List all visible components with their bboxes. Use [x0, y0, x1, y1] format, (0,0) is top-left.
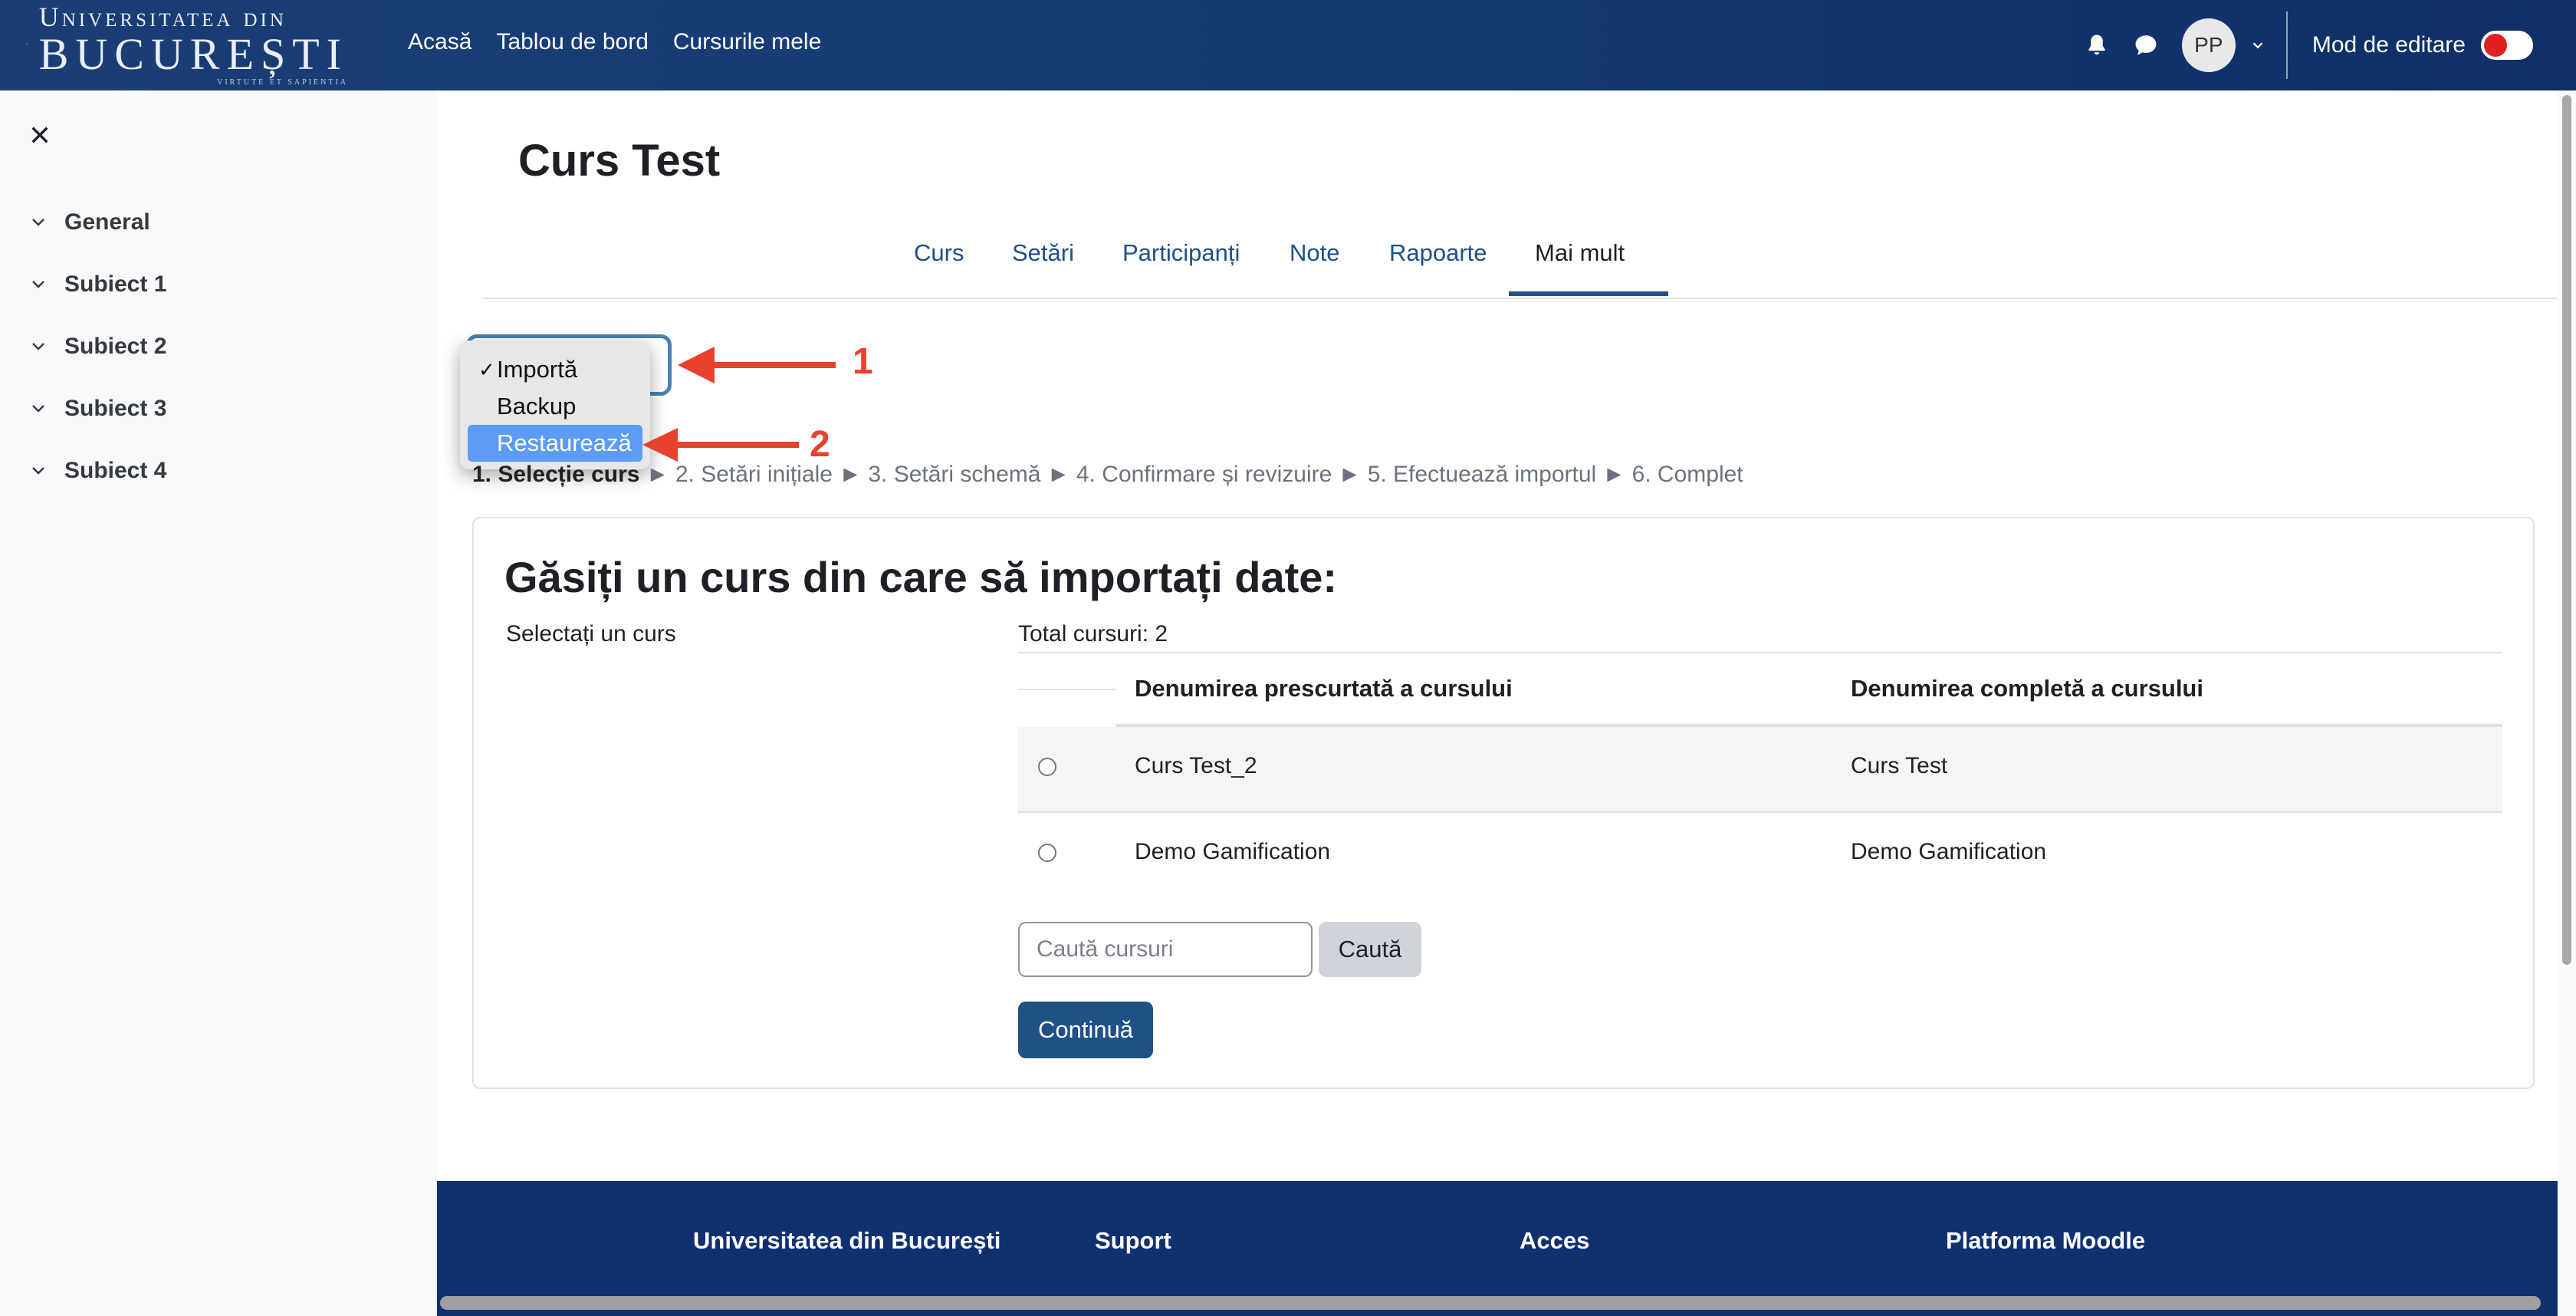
- tab-rapoarte[interactable]: Rapoarte: [1389, 239, 1487, 267]
- course-full-name: Demo Gamification: [1851, 839, 2047, 864]
- active-tab-indicator: [1509, 291, 1668, 296]
- edit-mode-toggle[interactable]: [2481, 31, 2533, 60]
- table-header-border: [1018, 689, 1116, 690]
- step-4: 4. Confirmare și revizuire: [1076, 462, 1332, 487]
- notifications-bell-icon[interactable]: [2084, 32, 2110, 58]
- backup-action-dropdown: ✓ Importă Backup Restaurează: [460, 341, 650, 469]
- tab-mai-mult[interactable]: Mai mult: [1535, 239, 1625, 267]
- section-label: General: [64, 209, 150, 235]
- course-section-subiect-2[interactable]: Subiect 2: [29, 331, 166, 362]
- section-label: Subiect 4: [64, 458, 167, 483]
- close-icon[interactable]: [28, 123, 52, 147]
- section-label: Subiect 2: [64, 334, 167, 359]
- course-radio-button[interactable]: [1038, 844, 1056, 862]
- toggle-knob: [2484, 34, 2507, 57]
- footer-heading-university: Universitatea din București: [693, 1227, 1001, 1254]
- navbar-divider: [2285, 12, 2288, 79]
- course-section-subiect-4[interactable]: Subiect 4: [29, 456, 166, 486]
- step-separator: ►: [1338, 462, 1362, 487]
- step-separator: ►: [1046, 462, 1070, 487]
- course-short-name: Demo Gamification: [1135, 839, 1331, 864]
- page-title: Curs Test: [518, 136, 721, 186]
- import-steps-progress: 1. Selecție curs ► 2. Setări inițiale ► …: [472, 462, 1743, 488]
- table-top-border: [1018, 652, 2502, 653]
- option-label: Restaurează: [497, 429, 632, 456]
- chevron-down-icon[interactable]: [29, 400, 48, 418]
- logo-line2: BUCUREȘTI: [38, 28, 348, 79]
- footer-heading-support: Suport: [1095, 1227, 1171, 1254]
- search-courses-input[interactable]: [1018, 922, 1313, 977]
- step-2: 2. Setări inițiale: [675, 462, 833, 487]
- university-logo[interactable]: Universitatea din BUCUREȘTI VIRTUTE ET S…: [26, 3, 348, 86]
- edit-mode-label: Mod de editare: [2312, 32, 2466, 58]
- dropdown-option-importa[interactable]: ✓ Importă: [468, 351, 642, 388]
- course-index-drawer: General Subiect 1 Subiect 2 Subiect 3 Su…: [0, 90, 437, 1316]
- option-label: Importă: [497, 356, 578, 383]
- tab-participanti[interactable]: Participanți: [1122, 239, 1240, 267]
- footer-heading-access: Acces: [1520, 1227, 1590, 1254]
- step-separator: ►: [646, 462, 669, 487]
- nav-link-my-courses[interactable]: Cursurile mele: [673, 29, 821, 55]
- annotation-arrow-1-icon: [678, 347, 836, 383]
- column-header-full-name: Denumirea completă a cursului: [1851, 675, 2203, 702]
- dropdown-option-backup[interactable]: Backup: [468, 388, 642, 425]
- continue-button[interactable]: Continuă: [1018, 1002, 1153, 1058]
- horizontal-scrollbar[interactable]: [440, 1296, 2541, 1310]
- course-full-name: Curs Test: [1851, 753, 1948, 778]
- user-menu-area: PP Mod de editare: [2084, 0, 2576, 90]
- course-radio-button[interactable]: [1038, 758, 1056, 776]
- tab-note[interactable]: Note: [1290, 239, 1339, 267]
- user-avatar[interactable]: PP: [2181, 18, 2236, 72]
- chevron-down-icon[interactable]: [29, 213, 48, 232]
- chevron-down-icon[interactable]: [2249, 37, 2266, 54]
- annotation-label-2: 2: [810, 424, 830, 465]
- annotation-arrow-2-icon: [642, 428, 799, 462]
- step-5: 5. Efectuează importul: [1367, 462, 1597, 487]
- step-separator: ►: [839, 462, 863, 487]
- search-button[interactable]: Caută: [1319, 922, 1421, 977]
- primary-navigation: Acasă Tablou de bord Cursurile mele: [408, 29, 821, 55]
- section-label: Subiect 3: [64, 396, 167, 421]
- secondary-navigation-tabs: Curs Setări Participanți Note Rapoarte M…: [483, 233, 2561, 299]
- course-short-name: Curs Test_2: [1135, 753, 1257, 778]
- table-row[interactable]: Curs Test_2 Curs Test: [1018, 727, 2502, 811]
- step-6: 6. Complet: [1631, 462, 1743, 487]
- column-header-short-name: Denumirea prescurtată a cursului: [1135, 675, 1513, 702]
- section-label: Subiect 1: [64, 271, 167, 297]
- card-title: Găsiți un curs din care să importați dat…: [504, 553, 1338, 601]
- chevron-down-icon[interactable]: [29, 275, 48, 294]
- dropdown-option-restaureaza[interactable]: Restaurează: [468, 425, 642, 462]
- chevron-down-icon[interactable]: [29, 337, 48, 356]
- option-label: Backup: [497, 393, 577, 419]
- annotation-label-1: 1: [853, 341, 873, 382]
- messages-chat-icon[interactable]: [2133, 32, 2159, 58]
- tab-setari[interactable]: Setări: [1012, 239, 1074, 267]
- nav-link-home[interactable]: Acasă: [408, 29, 472, 55]
- total-courses-count: Total cursuri: 2: [1018, 621, 1168, 646]
- tab-curs[interactable]: Curs: [914, 239, 964, 267]
- step-separator: ►: [1602, 462, 1626, 487]
- vertical-scrollbar[interactable]: [2562, 95, 2571, 965]
- logo-line1: Universitatea din: [38, 1, 287, 32]
- step-3: 3. Setări schemă: [868, 462, 1041, 487]
- top-navbar: Universitatea din BUCUREȘTI VIRTUTE ET S…: [0, 0, 2576, 90]
- footer-heading-moodle: Platforma Moodle: [1946, 1227, 2146, 1254]
- checkmark-icon: ✓: [478, 358, 495, 381]
- nav-link-dashboard[interactable]: Tablou de bord: [496, 29, 649, 55]
- select-course-label: Selectați un curs: [506, 621, 676, 646]
- import-course-card: Găsiți un curs din care să importați dat…: [472, 517, 2535, 1089]
- logo-motto: VIRTUTE ET SAPIENTIA: [217, 77, 348, 87]
- course-section-subiect-1[interactable]: Subiect 1: [29, 269, 166, 300]
- course-section-general[interactable]: General: [29, 207, 150, 238]
- table-row[interactable]: Demo Gamification Demo Gamification: [1018, 813, 2502, 897]
- course-section-subiect-3[interactable]: Subiect 3: [29, 393, 166, 424]
- step-current: 1. Selecție curs: [472, 462, 640, 487]
- university-crest-icon: [26, 43, 28, 46]
- chevron-down-icon[interactable]: [29, 462, 48, 480]
